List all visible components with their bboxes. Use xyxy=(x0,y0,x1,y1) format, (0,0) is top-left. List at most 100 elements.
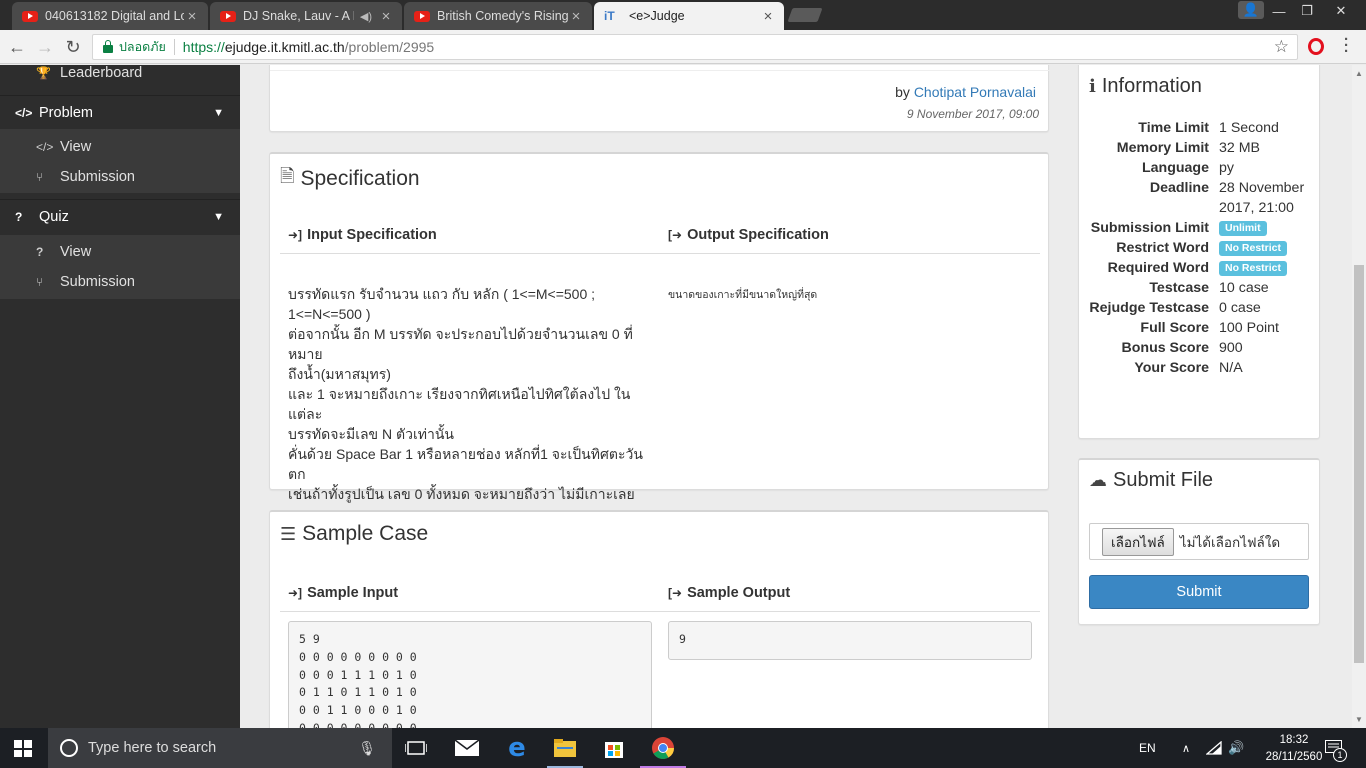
output-spec-heading: [➜ Output Specification xyxy=(668,227,829,243)
spec-line: 1<=N<=500 ) xyxy=(288,306,371,322)
reload-icon[interactable]: ↻ xyxy=(62,36,84,58)
browser-menu-icon[interactable]: · · · xyxy=(1344,32,1349,59)
code-fork-icon: ⑂ xyxy=(36,275,44,289)
browser-tab[interactable]: 040613182 Digital and Lo × xyxy=(12,2,208,30)
sample-input-block[interactable]: 5 9 0 0 0 0 0 0 0 0 0 0 0 0 1 1 1 0 1 0 … xyxy=(288,621,652,728)
sidebar-item-problem-view[interactable]: </> View xyxy=(0,132,240,162)
choose-file-button[interactable]: เลือกไฟล์ xyxy=(1102,527,1174,556)
store-icon[interactable] xyxy=(600,734,628,762)
volume-icon[interactable]: 🔊 xyxy=(1228,728,1244,768)
browser-tab-active[interactable]: iT <e>Judge × xyxy=(594,2,784,30)
url-protocol: https:// xyxy=(182,39,225,55)
no-restrict-badge: No Restrict xyxy=(1219,261,1288,276)
sidebar-group-problem[interactable]: </> Problem ▼ xyxy=(0,95,240,129)
quiz-submenu: ? View ⑂ Submission xyxy=(0,235,240,299)
new-tab-button[interactable] xyxy=(787,8,823,22)
info-key: Bonus Score xyxy=(1121,340,1209,356)
info-icon: i xyxy=(1089,76,1096,97)
info-row-required-word: Required Word No Restrict xyxy=(1089,258,1319,278)
windows-start-icon[interactable] xyxy=(14,740,32,757)
information-table: Time Limit 1 Second Memory Limit 32 MB Lan… xyxy=(1089,118,1319,378)
task-view-icon[interactable] xyxy=(402,734,430,762)
restore-icon[interactable]: ❐ xyxy=(1292,0,1322,22)
wifi-icon[interactable] xyxy=(1206,728,1222,768)
it-kmitl-icon: iT xyxy=(604,9,615,23)
forward-icon[interactable]: → xyxy=(34,36,56,58)
search-placeholder: Type here to search xyxy=(88,740,217,756)
chevron-up-icon[interactable]: ∧ xyxy=(1182,728,1190,768)
spec-line: เช่นถ้าทั้งรูปเป็น เลข 0 ทั้งหมด จะหมายถ… xyxy=(288,486,635,502)
sidebar-group-label: Problem xyxy=(39,104,93,121)
taskbar-search[interactable]: Type here to search 🎙 xyxy=(48,728,392,768)
scroll-down-icon[interactable]: ▼ xyxy=(1355,715,1363,724)
profile-icon[interactable]: 👤 xyxy=(1238,1,1264,19)
close-window-icon[interactable]: ✕ xyxy=(1326,0,1356,22)
info-value: N/A xyxy=(1219,360,1243,376)
info-key: Submission Limit xyxy=(1090,220,1209,236)
youtube-icon xyxy=(414,10,430,22)
close-tab-icon[interactable]: × xyxy=(378,8,394,25)
minimize-icon[interactable]: — xyxy=(1264,0,1294,22)
close-tab-icon[interactable]: × xyxy=(760,8,776,25)
tab-title: British Comedy's Rising S xyxy=(437,9,568,23)
input-language[interactable]: EN xyxy=(1139,728,1156,768)
sample-output-block[interactable]: 9 xyxy=(668,621,1032,660)
info-key: Memory Limit xyxy=(1116,140,1209,156)
sidebar-group-label: Quiz xyxy=(39,208,69,225)
speaker-icon[interactable]: ◀) xyxy=(360,10,372,23)
mail-icon[interactable] xyxy=(453,734,481,762)
sidebar-item-quiz-view[interactable]: ? View xyxy=(0,237,240,267)
input-spec-heading: ➜] Input Specification xyxy=(288,227,437,243)
chrome-icon[interactable] xyxy=(649,734,677,762)
sidebar-group-quiz[interactable]: ? Quiz ▼ xyxy=(0,199,240,233)
microphone-icon[interactable]: 🎙 xyxy=(358,740,376,757)
browser-tab[interactable]: DJ Snake, Lauv - A Dif ◀) × xyxy=(210,2,402,30)
sidebar-item-leaderboard[interactable]: 🏆 Leaderboard xyxy=(0,65,240,88)
sidebar-item-label: Leaderboard xyxy=(60,65,143,81)
edge-icon[interactable]: e xyxy=(503,733,531,763)
information-title: i Information xyxy=(1089,75,1202,98)
windows-taskbar: Type here to search 🎙 e EN ∧ 🔊 18:32 28/… xyxy=(0,728,1366,768)
code-fork-icon: ⑂ xyxy=(36,170,44,184)
file-input[interactable]: เลือกไฟล์ ไม่ได้เลือกไฟล์ใด xyxy=(1089,523,1309,560)
close-tab-icon[interactable]: × xyxy=(184,8,200,25)
sidebar-item-quiz-submission[interactable]: ⑂ Submission xyxy=(0,267,240,297)
scroll-up-icon[interactable]: ▲ xyxy=(1355,69,1363,78)
info-row-rejudge-testcase: Rejudge Testcase 0 case xyxy=(1089,298,1319,318)
sample-case-title: ☰ Sample Case xyxy=(280,522,428,546)
code-icon: </> xyxy=(36,140,54,154)
author-link[interactable]: Chotipat Pornavalai xyxy=(914,84,1036,100)
by-label: by xyxy=(895,84,910,100)
page-scrollbar[interactable]: ▲ ▼ xyxy=(1352,65,1366,728)
info-row-full-score: Full Score 100 Point xyxy=(1089,318,1319,338)
no-file-label: ไม่ได้เลือกไฟล์ใด xyxy=(1179,534,1281,550)
back-icon[interactable]: ← xyxy=(6,36,28,58)
submit-button[interactable]: Submit xyxy=(1089,575,1309,609)
file-explorer-icon[interactable] xyxy=(551,734,579,762)
tab-title: DJ Snake, Lauv - A Dif xyxy=(243,9,354,23)
heading-text: Sample Output xyxy=(687,585,791,601)
sample-output-heading: [➜ Sample Output xyxy=(668,585,790,601)
browser-tab[interactable]: British Comedy's Rising S × xyxy=(404,2,592,30)
scrollbar-thumb[interactable] xyxy=(1354,265,1364,663)
close-tab-icon[interactable]: × xyxy=(568,8,584,25)
submit-file-title: ☁ Submit File xyxy=(1089,469,1213,492)
sidebar-item-problem-submission[interactable]: ⑂ Submission xyxy=(0,162,240,192)
bookmark-star-icon[interactable]: ☆ xyxy=(1274,37,1289,57)
sign-in-icon: ➜] xyxy=(288,586,303,600)
sidebar-item-label: View xyxy=(60,244,92,260)
info-row-your-score: Your Score N/A xyxy=(1089,358,1319,378)
info-row-restrict-word: Restrict Word No Restrict xyxy=(1089,238,1319,258)
url-host: ejudge.it.kmitl.ac.th xyxy=(224,39,345,55)
system-clock[interactable]: 18:32 28/11/2560 xyxy=(1264,732,1324,766)
info-value: 10 case xyxy=(1219,280,1269,296)
url-bar[interactable]: ปลอดภัย https://ejudge.it.kmitl.ac.th/pr… xyxy=(92,34,1298,60)
divider xyxy=(280,253,1040,254)
submit-file-panel: ☁ Submit File เลือกไฟล์ ไม่ได้เลือกไฟล์ใ… xyxy=(1078,458,1320,625)
publish-date: 9 November 2017, 09:00 xyxy=(906,107,1039,121)
info-value: 32 MB xyxy=(1219,140,1261,156)
info-row-deadline: Deadline 28 November 2017, 21:00 xyxy=(1089,178,1319,218)
info-row-language: Language py xyxy=(1089,158,1319,178)
heading-text: Sample Input xyxy=(307,585,399,601)
opera-icon[interactable] xyxy=(1308,38,1324,55)
